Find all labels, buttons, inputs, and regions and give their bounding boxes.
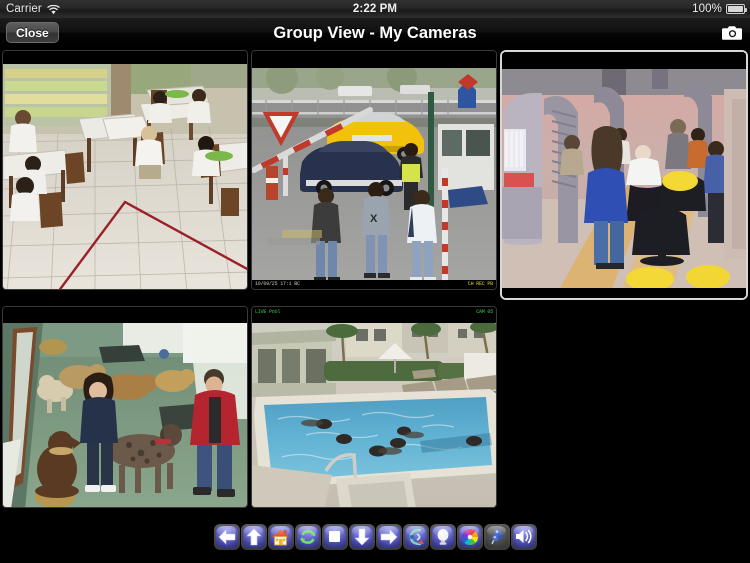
auto-scan-button[interactable]	[294, 523, 321, 550]
letterbox-top-5	[252, 307, 496, 323]
camera-grid: X 10/09/25 17:1 BC CH REC PB LIVE Pool C…	[0, 48, 750, 510]
status-bar-right: 100%	[692, 3, 747, 15]
ptz-toolbar	[0, 510, 750, 563]
svg-text:X: X	[370, 213, 378, 225]
stop-square-icon	[323, 525, 346, 548]
osd-status-2: CH REC PB	[467, 281, 493, 287]
camera-tile-2[interactable]: X 10/09/25 17:1 BC CH REC PB	[251, 50, 497, 290]
video-scene-salon	[502, 69, 746, 288]
color-wheel-icon	[458, 525, 481, 548]
letterbox-top-2	[252, 51, 496, 68]
video-frame-5: LIVE Pool CAM 05	[252, 307, 496, 507]
video-frame-3	[502, 52, 746, 298]
arrow-up-icon	[242, 525, 265, 548]
wiper-button[interactable]	[483, 523, 510, 550]
camera-tile-4[interactable]	[2, 306, 248, 508]
refresh-icon	[296, 525, 319, 548]
video-scene-parking-gate: X	[252, 68, 496, 280]
status-bar: Carrier 2:22 PM 100%	[0, 0, 750, 18]
light-control-button[interactable]	[429, 523, 456, 550]
pan-left-button[interactable]	[213, 523, 240, 550]
audio-button[interactable]	[510, 523, 537, 550]
tilt-down-button[interactable]	[348, 523, 375, 550]
osd-channel-5: CAM 05	[476, 309, 493, 315]
title-bar: Close Group View - My Cameras	[0, 18, 750, 48]
video-frame-2: X 10/09/25 17:1 BC CH REC PB	[252, 51, 496, 289]
camera-tile-5[interactable]: LIVE Pool CAM 05	[251, 306, 497, 508]
video-scene-dog-daycare	[3, 323, 247, 507]
video-scene-classroom	[3, 64, 247, 289]
home-icon	[269, 525, 292, 548]
osd-timestamp-2: 10/09/25 17:1 BC	[255, 281, 300, 287]
color-settings-button[interactable]	[456, 523, 483, 550]
video-frame-4	[3, 307, 247, 507]
letterbox-top-3	[502, 52, 746, 69]
letterbox-bottom-3	[502, 288, 746, 298]
arrow-right-icon	[377, 525, 400, 548]
letterbox-top-1	[3, 51, 247, 64]
pan-right-button[interactable]	[375, 523, 402, 550]
arrow-left-icon	[215, 525, 238, 548]
wiper-icon	[485, 525, 508, 548]
lamp-icon	[431, 525, 454, 548]
letterbox-top-4	[3, 307, 247, 323]
camera-tile-1[interactable]	[2, 50, 248, 290]
video-frame-1	[3, 51, 247, 289]
arrow-down-icon	[350, 525, 373, 548]
pattern-path-icon	[404, 525, 427, 548]
osd-label-5: LIVE Pool	[255, 309, 281, 315]
pattern-tour-button[interactable]	[402, 523, 429, 550]
clock-label: 2:22 PM	[352, 3, 398, 15]
app-root: Carrier 2:22 PM 100% Close Group View - …	[0, 0, 750, 563]
battery-percent-label: 100%	[692, 3, 722, 15]
home-preset-button[interactable]	[267, 523, 294, 550]
tilt-up-button[interactable]	[240, 523, 267, 550]
speaker-icon	[512, 525, 535, 548]
page-title: Group View - My Cameras	[273, 24, 477, 42]
video-scene-pool	[252, 323, 496, 507]
camera-tile-3[interactable]	[500, 50, 748, 300]
stop-button[interactable]	[321, 523, 348, 550]
camera-icon[interactable]	[721, 22, 744, 43]
battery-icon	[726, 4, 747, 14]
